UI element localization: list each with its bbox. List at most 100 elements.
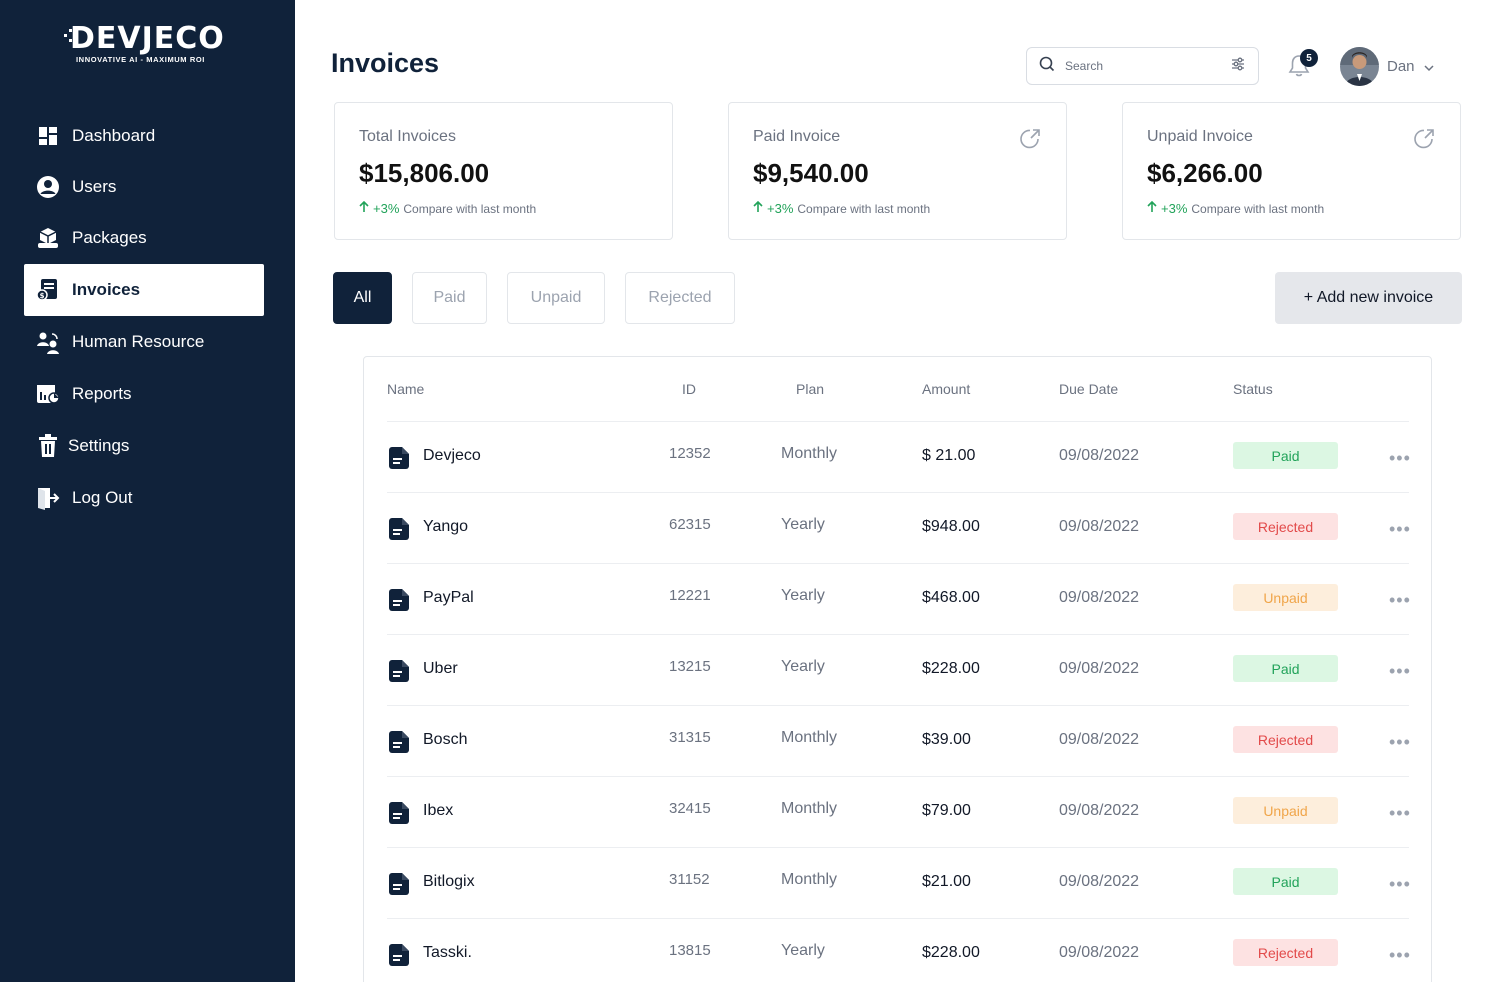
cell-id: 12352 — [669, 445, 711, 462]
filter-tab-unpaid[interactable]: Unpaid — [507, 272, 605, 324]
cell-due-date: 09/08/2022 — [1059, 518, 1140, 535]
cell-amount: $21.00 — [922, 873, 971, 890]
status-badge: Rejected — [1233, 513, 1338, 540]
cell-name: Uber — [423, 660, 458, 677]
document-icon — [389, 447, 409, 474]
filter-tab-rejected[interactable]: Rejected — [625, 272, 735, 324]
cell-plan: Yearly — [781, 587, 825, 604]
sidebar-item-label: Invoices — [72, 280, 141, 299]
cell-name: Bosch — [423, 731, 468, 748]
column-header-name: Name — [387, 381, 425, 397]
table-row[interactable]: Tasski. 13815 Yearly $228.00 09/08/2022 Rejec… — [387, 918, 1411, 982]
column-header-plan: Plan — [796, 381, 825, 397]
trend-compare: Compare with last month — [797, 201, 931, 216]
cell-name: Ibex — [423, 802, 454, 819]
cell-due-date: 09/08/2022 — [1059, 589, 1140, 606]
svg-text:$: $ — [40, 292, 45, 300]
table-row[interactable]: Yango 62315 Yearly $948.00 09/08/2022 Rejecte… — [387, 492, 1411, 563]
more-options-icon[interactable]: ••• — [1389, 448, 1411, 469]
column-header-amount: Amount — [922, 381, 971, 397]
report-icon — [36, 382, 60, 406]
sidebar-item-settings[interactable]: Settings — [24, 420, 264, 472]
external-link-icon[interactable] — [1412, 127, 1436, 156]
table-row[interactable]: PayPal 12221 Yearly $468.00 09/08/2022 Unpaid… — [387, 563, 1411, 634]
status-badge: Rejected — [1233, 726, 1338, 753]
cell-id: 31315 — [669, 729, 711, 746]
sidebar-item-human-resource[interactable]: Human Resource — [24, 316, 264, 368]
more-options-icon[interactable]: ••• — [1389, 874, 1411, 895]
status-badge: Paid — [1233, 442, 1338, 469]
package-icon — [36, 226, 60, 250]
search-bar[interactable] — [1026, 47, 1259, 85]
more-options-icon[interactable]: ••• — [1389, 732, 1411, 753]
cell-due-date: 09/08/2022 — [1059, 660, 1140, 677]
trend-percent: +3% — [1161, 201, 1188, 216]
trend-compare: Compare with last month — [1191, 201, 1325, 216]
cell-plan: Yearly — [781, 942, 825, 959]
dashboard-icon — [36, 124, 60, 148]
invoice-table: Name ID Plan Amount Due Date Status Devj… — [363, 356, 1432, 982]
sidebar-item-reports[interactable]: Reports — [24, 368, 264, 420]
cell-name: PayPal — [423, 589, 474, 606]
sidebar-item-label: Packages — [72, 228, 147, 247]
column-header-due-date: Due Date — [1059, 381, 1119, 397]
cell-amount: $39.00 — [922, 731, 971, 748]
document-icon — [389, 873, 409, 900]
table-row[interactable]: Devjeco 12352 Monthly $ 21.00 09/08/2022 Paid… — [387, 421, 1411, 492]
sidebar-item-users[interactable]: Users — [24, 161, 264, 213]
search-icon — [1039, 56, 1055, 77]
avatar[interactable] — [1340, 47, 1379, 86]
cell-id: 12221 — [669, 587, 711, 604]
more-options-icon[interactable]: ••• — [1389, 945, 1411, 966]
add-new-invoice-button[interactable]: + Add new invoice — [1275, 272, 1462, 324]
sidebar-item-logout[interactable]: Log Out — [24, 472, 264, 524]
logo-dots-icon — [64, 29, 72, 42]
document-icon — [389, 660, 409, 687]
page-title: Invoices — [331, 48, 440, 78]
filter-tab-all[interactable]: All — [333, 272, 392, 324]
sidebar-item-label: Settings — [68, 436, 130, 455]
cell-due-date: 09/08/2022 — [1059, 873, 1140, 890]
search-input[interactable] — [1065, 59, 1230, 73]
sidebar-item-label: Human Resource — [72, 332, 205, 351]
sidebar-item-packages[interactable]: Packages — [24, 212, 264, 264]
cell-plan: Monthly — [781, 871, 838, 888]
more-options-icon[interactable]: ••• — [1389, 661, 1411, 682]
cell-amount: $228.00 — [922, 660, 980, 677]
cell-amount: $228.00 — [922, 944, 980, 961]
more-options-icon[interactable]: ••• — [1389, 519, 1411, 540]
table-row[interactable]: Uber 13215 Yearly $228.00 09/08/2022 Paid ••• — [387, 634, 1411, 705]
card-label: Paid Invoice — [753, 128, 841, 145]
invoice-icon: $ — [36, 278, 60, 302]
column-header-id: ID — [682, 381, 696, 397]
chevron-down-icon[interactable] — [1423, 61, 1435, 79]
card-trend: +3% Compare with last month — [1147, 200, 1325, 216]
cell-name: Tasski. — [423, 944, 472, 961]
card-value: $9,540.00 — [753, 158, 869, 188]
arrow-up-icon — [753, 200, 763, 216]
notification-badge: 5 — [1300, 49, 1318, 67]
table-row[interactable]: Bosch 31315 Monthly $39.00 09/08/2022 Rejecte… — [387, 705, 1411, 776]
status-badge: Unpaid — [1233, 584, 1338, 611]
cell-amount: $ 21.00 — [922, 447, 976, 464]
table-row[interactable]: Bitlogix 31152 Monthly $21.00 09/08/2022 Paid… — [387, 847, 1411, 918]
external-link-icon[interactable] — [1018, 127, 1042, 156]
more-options-icon[interactable]: ••• — [1389, 590, 1411, 611]
status-badge: Rejected — [1233, 939, 1338, 966]
trend-percent: +3% — [767, 201, 794, 216]
unpaid-invoice-card: Unpaid Invoice $6,266.00 +3% Compare wit… — [1122, 102, 1461, 240]
more-options-icon[interactable]: ••• — [1389, 803, 1411, 824]
arrow-up-icon — [359, 200, 369, 216]
sidebar-item-invoices[interactable]: $ Invoices — [24, 264, 264, 316]
sidebar-item-dashboard[interactable]: Dashboard — [24, 110, 264, 162]
brand-logo[interactable]: DEVJECO INNOVATIVE AI - MAXIMUM ROI — [64, 24, 234, 64]
table-row[interactable]: Ibex 32415 Monthly $79.00 09/08/2022 Unpaid ••… — [387, 776, 1411, 847]
filter-tab-paid[interactable]: Paid — [412, 272, 487, 324]
cell-name: Bitlogix — [423, 873, 475, 890]
card-value: $6,266.00 — [1147, 158, 1263, 188]
document-icon — [389, 518, 409, 545]
cell-plan: Monthly — [781, 800, 838, 817]
filter-sliders-icon[interactable] — [1230, 56, 1246, 77]
user-name[interactable]: Dan — [1387, 58, 1415, 75]
cell-due-date: 09/08/2022 — [1059, 802, 1140, 819]
